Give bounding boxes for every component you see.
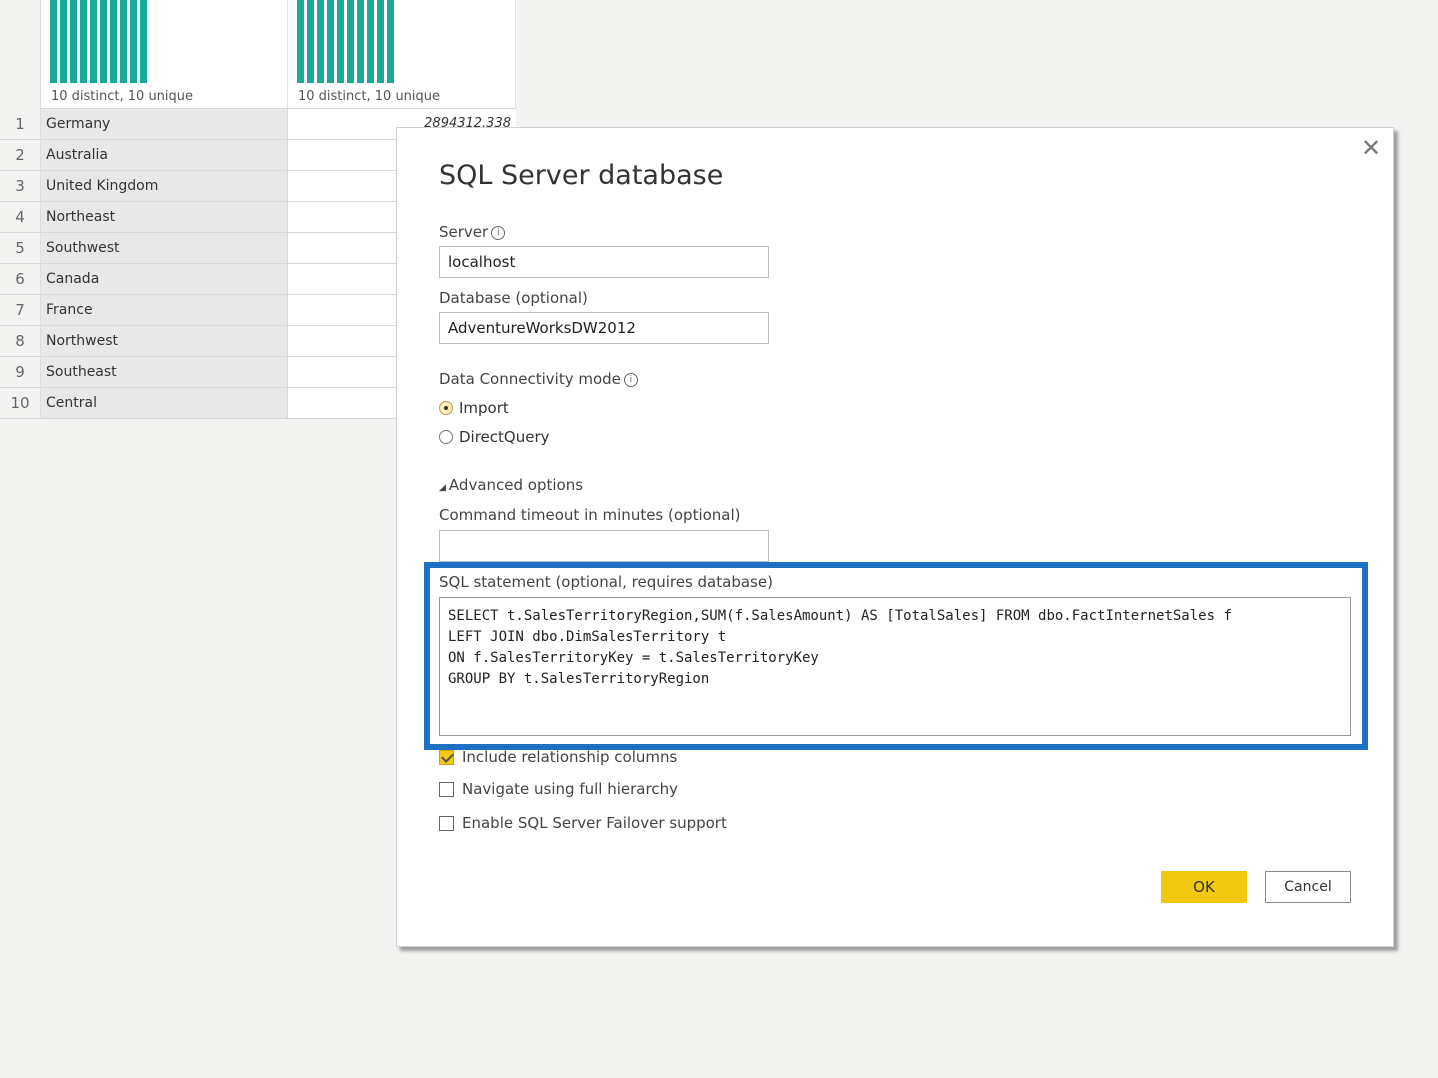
histogram-bar [70,0,77,83]
radio-button-selected[interactable] [439,401,453,415]
histogram-bar [80,0,87,83]
database-label: Database (optional) [439,289,588,307]
distribution-label: 10 distinct, 10 unique [298,89,441,104]
region-cell[interactable]: France [41,295,288,325]
histogram-bar [50,0,57,83]
radio-button[interactable] [439,430,453,444]
command-timeout-label: Command timeout in minutes (optional) [439,506,741,524]
histogram-bar [110,0,117,83]
row-index: 2 [0,140,41,170]
distribution-label: 10 distinct, 10 unique [51,89,194,104]
radio-directquery-label: DirectQuery [459,428,550,446]
info-icon[interactable]: i [491,225,506,240]
histogram-bar [120,0,127,83]
navigate-full-hierarchy-option[interactable]: Navigate using full hierarchy [439,780,678,798]
region-cell[interactable]: Southwest [41,233,288,263]
checkbox[interactable] [439,781,454,797]
row-index: 4 [0,202,41,232]
region-cell[interactable]: Northeast [41,202,288,232]
histogram-bar [307,0,314,83]
option-label: Include relationship columns [462,748,678,766]
distribution-histogram [50,0,147,83]
connectivity-mode-label-text: Data Connectivity mode [439,370,621,388]
histogram-bar [357,0,364,83]
radio-import-label: Import [459,399,509,417]
region-cell[interactable]: Australia [41,140,288,170]
histogram-bar [387,0,394,83]
region-cell[interactable]: Germany [41,109,288,139]
histogram-bar [90,0,97,83]
histogram-bar [377,0,384,83]
histogram-bar [60,0,67,83]
histogram-bar [367,0,374,83]
advanced-options-label: Advanced options [448,476,584,494]
region-cell[interactable]: Northwest [41,326,288,356]
expand-triangle-icon: ◢ [439,483,446,493]
connectivity-mode-label: Data Connectivity mode i [439,370,638,388]
server-input[interactable] [439,246,769,278]
checkbox[interactable] [439,815,454,831]
row-index: 6 [0,264,41,294]
cancel-button[interactable]: Cancel [1265,871,1351,903]
info-icon[interactable]: i [623,372,638,387]
row-index: 5 [0,233,41,263]
sql-statement-label: SQL statement (optional, requires databa… [439,573,773,591]
checkbox-checked[interactable] [439,749,454,765]
histogram-bar [297,0,304,83]
close-icon: ✕ [1360,134,1382,162]
server-label-text: Server [439,223,489,241]
column-header-total-sales[interactable]: 10 distinct, 10 unique [288,0,516,109]
ok-button[interactable]: OK [1161,871,1247,903]
row-index: 9 [0,357,41,387]
radio-directquery[interactable]: DirectQuery [439,428,550,446]
region-cell[interactable]: Central [41,388,288,418]
option-label: Enable SQL Server Failover support [462,814,727,832]
histogram-bar [317,0,324,83]
sql-statement-textarea[interactable]: SELECT t.SalesTerritoryRegion,SUM(f.Sale… [439,597,1351,736]
distribution-histogram [297,0,394,83]
failover-support-option[interactable]: Enable SQL Server Failover support [439,814,727,832]
histogram-bar [100,0,107,83]
database-input[interactable] [439,312,769,344]
histogram-bar [337,0,344,83]
histogram-bar [140,0,147,83]
row-index: 8 [0,326,41,356]
command-timeout-input[interactable] [439,530,769,562]
dialog-title: SQL Server database [439,160,724,191]
region-cell[interactable]: United Kingdom [41,171,288,201]
option-label: Navigate using full hierarchy [462,780,678,798]
row-index: 7 [0,295,41,325]
advanced-options-toggle[interactable]: ◢ Advanced options [439,476,583,494]
row-index: 1 [0,109,41,139]
histogram-bar [130,0,137,83]
histogram-bar [347,0,354,83]
region-cell[interactable]: Southeast [41,357,288,387]
include-relationship-columns-option[interactable]: Include relationship columns [439,748,677,766]
region-cell[interactable]: Canada [41,264,288,294]
row-index: 3 [0,171,41,201]
server-label: Server i [439,223,506,241]
sql-server-database-dialog: ✕ SQL Server database Serveri Database (… [396,127,1394,947]
close-button[interactable]: ✕ [1359,136,1383,160]
row-index: 10 [0,388,41,418]
histogram-bar [327,0,334,83]
radio-import[interactable]: Import [439,399,509,417]
column-header-region[interactable]: 10 distinct, 10 unique [41,0,288,109]
